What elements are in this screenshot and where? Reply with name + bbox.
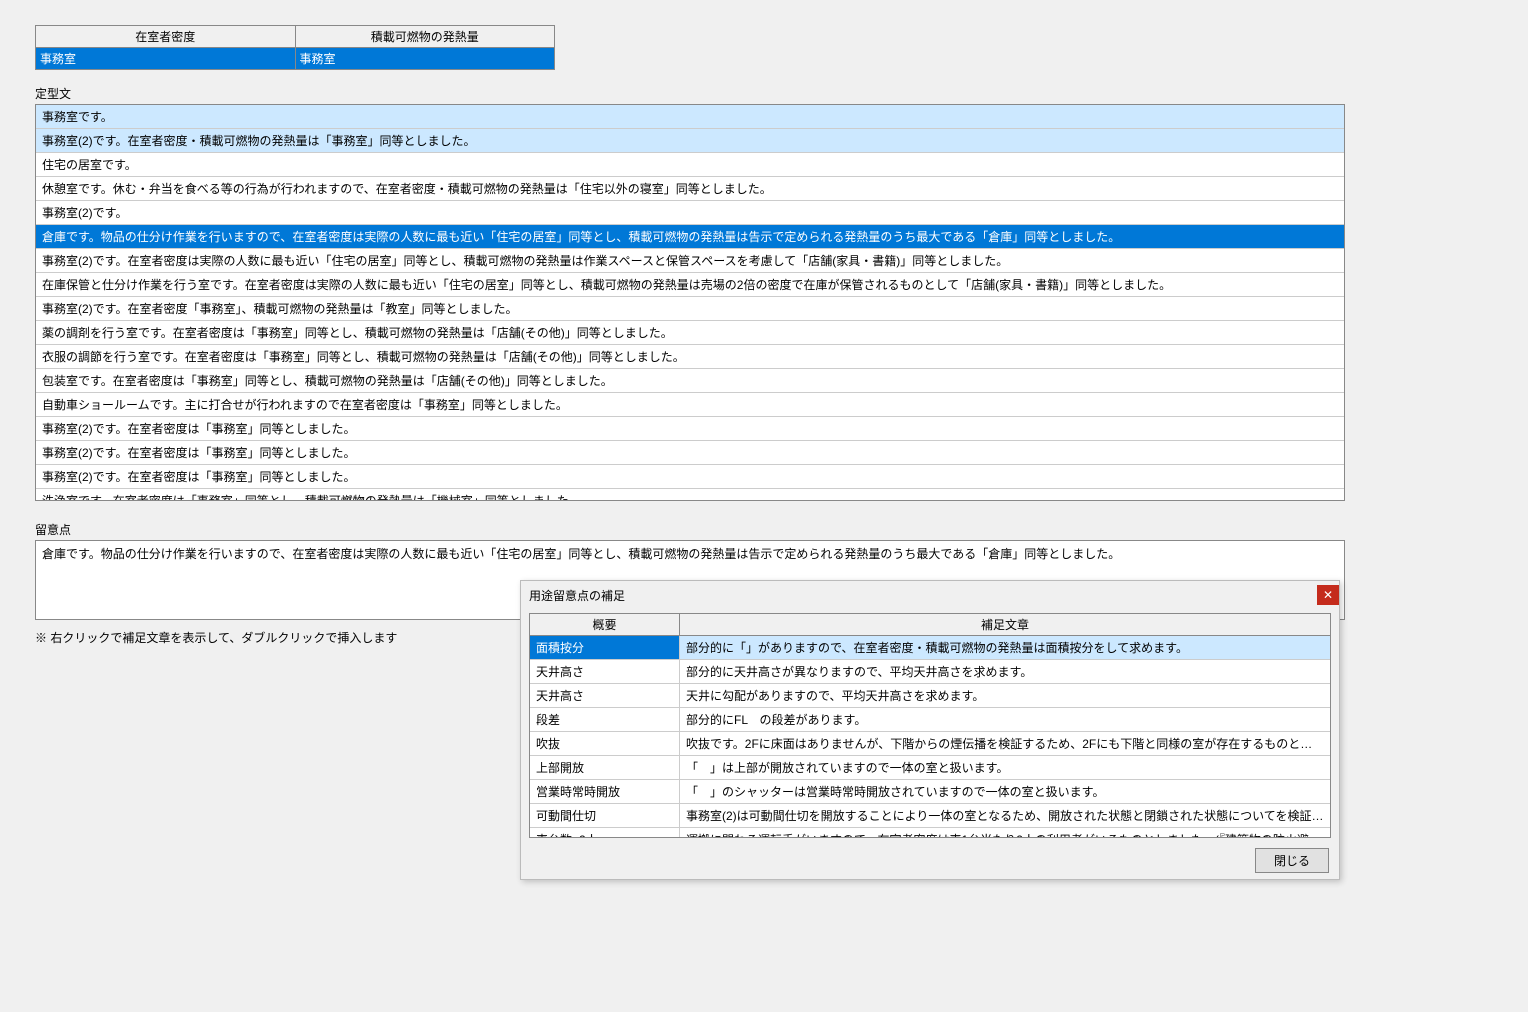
list-item[interactable]: 薬の調剤を行う室です。在室者密度は「事務室」同等とし、積載可燃物の発熱量は「店舗… (36, 321, 1344, 345)
grid-cell-summary: 段差 (530, 708, 680, 731)
cell-density[interactable]: 事務室 (36, 48, 296, 70)
grid-cell-detail: 「 」は上部が開放されていますので一体の室と扱います。 (680, 756, 1330, 779)
list-item[interactable]: 包装室です。在室者密度は「事務室」同等とし、積載可燃物の発熱量は「店舗(その他)… (36, 369, 1344, 393)
list-item[interactable]: 倉庫です。物品の仕分け作業を行いますので、在室者密度は実際の人数に最も近い「住宅… (36, 225, 1344, 249)
header-heat: 積載可燃物の発熱量 (295, 26, 555, 48)
grid-cell-summary: 上部開放 (530, 756, 680, 779)
grid-cell-summary: 天井高さ (530, 660, 680, 683)
standard-phrases-listbox: 事務室です。事務室(2)です。在室者密度・積載可燃物の発熱量は「事務室」同等とし… (35, 104, 1345, 501)
grid-cell-detail: 天井に勾配がありますので、平均天井高さを求めます。 (680, 684, 1330, 707)
list-item[interactable]: 在庫保管と仕分け作業を行う室です。在室者密度は実際の人数に最も近い「住宅の居室」… (36, 273, 1344, 297)
list-item[interactable]: 住宅の居室です。 (36, 153, 1344, 177)
grid-row[interactable]: 上部開放「 」は上部が開放されていますので一体の室と扱います。 (530, 756, 1330, 780)
dialog-close-button[interactable]: ✕ (1317, 585, 1339, 605)
grid-cell-detail: 運搬に関わる運転手がいますので、在室者密度は車1台当たり2人の利用者がいるものと… (680, 828, 1330, 838)
grid-cell-detail: 部分的に「」がありますので、在室者密度・積載可燃物の発熱量は面積按分をして求めま… (680, 636, 1330, 659)
list-item[interactable]: 衣服の調節を行う室です。在室者密度は「事務室」同等とし、積載可燃物の発熱量は「店… (36, 345, 1344, 369)
list-item[interactable]: 事務室(2)です。在室者密度は実際の人数に最も近い「住宅の居室」同等とし、積載可… (36, 249, 1344, 273)
grid-cell-summary: 営業時常時開放 (530, 780, 680, 803)
grid-row[interactable]: 営業時常時開放「 」のシャッターは営業時常時開放されていますので一体の室と扱いま… (530, 780, 1330, 804)
standard-phrases-scrollarea[interactable]: 事務室です。事務室(2)です。在室者密度・積載可燃物の発熱量は「事務室」同等とし… (36, 105, 1344, 500)
grid-cell-detail: 「 」のシャッターは営業時常時開放されていますので一体の室と扱います。 (680, 780, 1330, 803)
grid-cell-summary: 可動間仕切 (530, 804, 680, 827)
list-item[interactable]: 洗浄室です。在室者密度は「事務室」同等とし、積載可燃物の発熱量は「機械室」同等と… (36, 489, 1344, 500)
grid-cell-summary: 天井高さ (530, 684, 680, 707)
list-item[interactable]: 事務室(2)です。 (36, 201, 1344, 225)
dialog-title: 用途留意点の補足 (529, 587, 625, 604)
list-item[interactable]: 事務室(2)です。在室者密度・積載可燃物の発熱量は「事務室」同等としました。 (36, 129, 1344, 153)
close-icon: ✕ (1323, 588, 1333, 602)
grid-header-detail: 補足文章 (680, 614, 1330, 636)
close-button[interactable]: 閉じる (1255, 848, 1329, 873)
grid-cell-detail: 部分的に天井高さが異なりますので、平均天井高さを求めます。 (680, 660, 1330, 683)
supplement-grid[interactable]: 概要 補足文章 面積按分部分的に「」がありますので、在室者密度・積載可燃物の発熱… (529, 613, 1331, 838)
list-item[interactable]: 事務室(2)です。在室者密度は「事務室」同等としました。 (36, 417, 1344, 441)
grid-row[interactable]: 吹抜吹抜です。2Fに床面はありませんが、下階からの煙伝播を検証するため、2Fにも… (530, 732, 1330, 756)
grid-cell-summary: 車台数×2人 (530, 828, 680, 838)
list-item[interactable]: 事務室(2)です。在室者密度「事務室」、積載可燃物の発熱量は「教室」同等としまし… (36, 297, 1344, 321)
grid-cell-detail: 吹抜です。2Fに床面はありませんが、下階からの煙伝播を検証するため、2Fにも下階… (680, 732, 1330, 755)
grid-cell-summary: 吹抜 (530, 732, 680, 755)
grid-row[interactable]: 面積按分部分的に「」がありますので、在室者密度・積載可燃物の発熱量は面積按分をし… (530, 636, 1330, 660)
list-item[interactable]: 自動車ショールームです。主に打合せが行われますので在室者密度は「事務室」同等とし… (36, 393, 1344, 417)
standard-phrases-label: 定型文 (35, 85, 1345, 102)
notes-label: 留意点 (35, 521, 1345, 538)
grid-cell-detail: 事務室(2)は可動間仕切を開放することにより一体の室となるため、開放された状態と… (680, 804, 1330, 827)
grid-header-summary: 概要 (530, 614, 680, 636)
dialog-footer: 閉じる (521, 842, 1339, 879)
grid-row[interactable]: 天井高さ天井に勾配がありますので、平均天井高さを求めます。 (530, 684, 1330, 708)
category-table: 在室者密度 積載可燃物の発熱量 事務室 事務室 (35, 25, 555, 70)
grid-row[interactable]: 車台数×2人運搬に関わる運転手がいますので、在室者密度は車1台当たり2人の利用者… (530, 828, 1330, 838)
cell-heat[interactable]: 事務室 (295, 48, 555, 70)
list-item[interactable]: 休憩室です。休む・弁当を食べる等の行為が行われますので、在室者密度・積載可燃物の… (36, 177, 1344, 201)
header-density: 在室者密度 (36, 26, 296, 48)
grid-cell-summary: 面積按分 (530, 636, 680, 659)
dialog-header: 用途留意点の補足 ✕ (521, 581, 1339, 609)
list-item[interactable]: 事務室(2)です。在室者密度は「事務室」同等としました。 (36, 465, 1344, 489)
main-panel: 在室者密度 積載可燃物の発熱量 事務室 事務室 定型文 事務室です。事務室(2)… (20, 10, 1360, 652)
grid-cell-detail: 部分的にFL の段差があります。 (680, 708, 1330, 731)
grid-row[interactable]: 可動間仕切事務室(2)は可動間仕切を開放することにより一体の室となるため、開放さ… (530, 804, 1330, 828)
grid-row[interactable]: 天井高さ部分的に天井高さが異なりますので、平均天井高さを求めます。 (530, 660, 1330, 684)
grid-header-row: 概要 補足文章 (530, 614, 1330, 636)
grid-row[interactable]: 段差部分的にFL の段差があります。 (530, 708, 1330, 732)
list-item[interactable]: 事務室(2)です。在室者密度は「事務室」同等としました。 (36, 441, 1344, 465)
supplement-dialog: 用途留意点の補足 ✕ 概要 補足文章 面積按分部分的に「」がありますので、在室者… (520, 580, 1340, 880)
list-item[interactable]: 事務室です。 (36, 105, 1344, 129)
